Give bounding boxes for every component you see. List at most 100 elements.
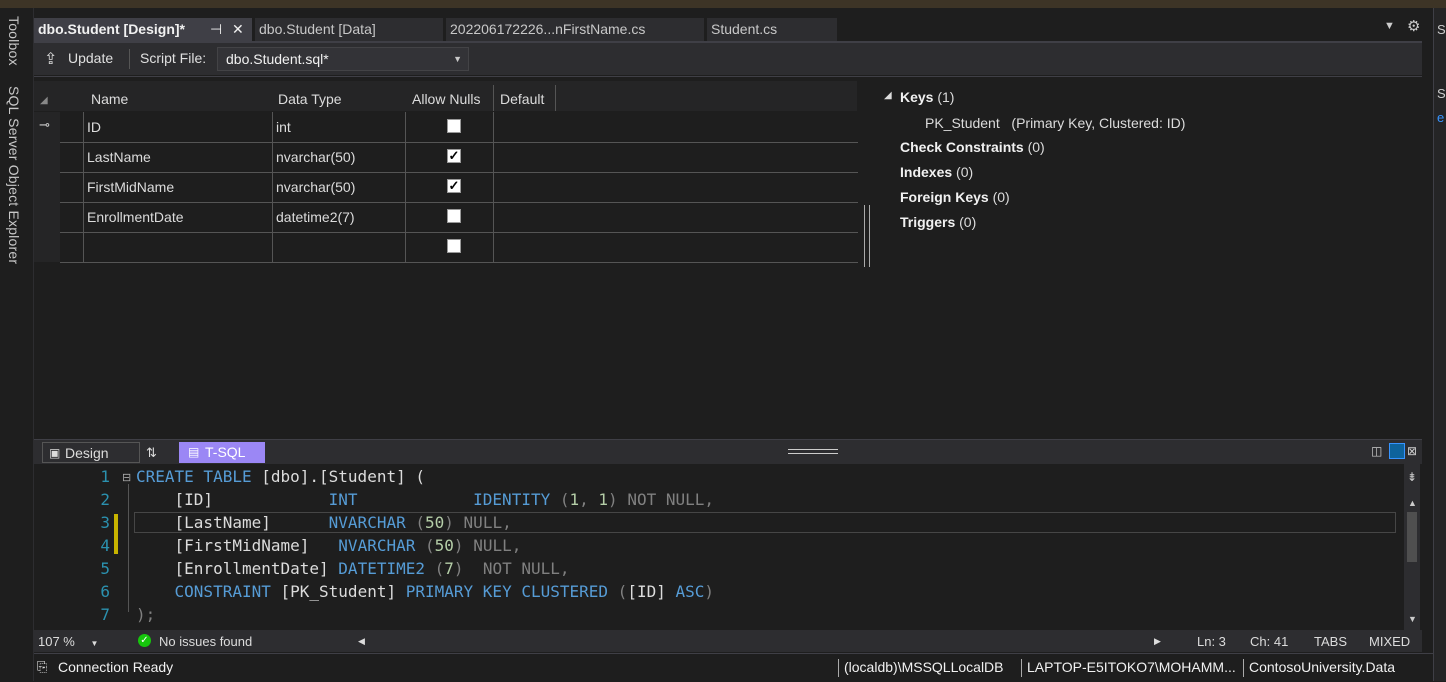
scroll-thumb[interactable] xyxy=(1407,512,1417,562)
column-name-cell[interactable]: ID xyxy=(83,112,272,142)
split-editor-icon[interactable]: ⇟ xyxy=(1407,470,1417,484)
vertical-split-icon[interactable]: ◫ xyxy=(1371,444,1382,458)
editor-status-bar: 107 % ▼ ✓ No issues found ◀ ▶ Ln: 3 Ch: … xyxy=(34,630,1422,652)
expand-icon[interactable]: ◢ xyxy=(884,90,892,101)
line-endings-indicator[interactable]: MIXED xyxy=(1369,634,1410,649)
scroll-left-icon[interactable]: ◀ xyxy=(358,636,365,647)
code-line-7: ); xyxy=(136,605,156,624)
connection-status: Connection Ready xyxy=(58,659,174,675)
code-line-1: CREATE TABLE [dbo].[Student] ( xyxy=(136,467,425,486)
status-bar: ⎘ Connection Ready (localdb)\MSSQLLocalD… xyxy=(34,653,1433,682)
default-cell[interactable] xyxy=(493,142,555,172)
database-name[interactable]: ContosoUniversity.Data xyxy=(1249,659,1395,675)
column-name-cell[interactable]: LastName xyxy=(83,142,272,172)
select-all-icon[interactable]: ◢ xyxy=(40,95,48,106)
issues-indicator[interactable]: No issues found xyxy=(159,634,252,649)
row-header[interactable] xyxy=(34,142,60,172)
connection-icon: ⎘ xyxy=(37,659,48,674)
swap-panes-icon[interactable]: ⇅ xyxy=(146,442,157,463)
document-tab-strip: dbo.Student [Design]* ⊣ ✕ dbo.Student [D… xyxy=(34,8,1433,42)
keys-node[interactable]: Keys (1) xyxy=(900,89,954,105)
update-button[interactable]: Update xyxy=(68,50,113,66)
allow-nulls-checkbox[interactable]: ✓ xyxy=(447,149,461,163)
tsql-editor[interactable]: 1 2 3 4 5 6 7 ⊟ CREATE TABLE [dbo].[Stud… xyxy=(34,464,1422,630)
table-row: FirstMidName nvarchar(50) ✓ xyxy=(60,172,858,203)
row-header-key[interactable]: ⊸ xyxy=(34,112,60,142)
right-side-panel: S S e xyxy=(1433,8,1446,681)
row-header-new[interactable] xyxy=(34,232,60,262)
tsql-pane-tab[interactable]: ▤ T-SQL xyxy=(179,442,265,463)
foreign-keys-node[interactable]: Foreign Keys (0) xyxy=(900,189,1010,205)
collapse-pane-icon[interactable]: ⊠ xyxy=(1407,444,1417,458)
default-cell[interactable] xyxy=(493,172,555,202)
column-header-allow-nulls[interactable]: Allow Nulls xyxy=(412,91,480,107)
data-type-cell[interactable]: nvarchar(50) xyxy=(272,172,406,202)
tabs-indicator[interactable]: TABS xyxy=(1314,634,1347,649)
column-name-cell[interactable] xyxy=(83,232,272,262)
check-constraints-node[interactable]: Check Constraints (0) xyxy=(900,139,1045,155)
column-header-default[interactable]: Default xyxy=(500,91,544,107)
line-number: 5 xyxy=(100,559,110,578)
table-row: LastName nvarchar(50) ✓ xyxy=(60,142,858,173)
tab-overflow-icon[interactable]: ▼ xyxy=(1384,20,1395,32)
allow-nulls-checkbox[interactable] xyxy=(447,209,461,223)
pane-splitter-handle[interactable] xyxy=(864,205,870,267)
sql-server-object-explorer-tab[interactable]: SQL Server Object Explorer xyxy=(6,86,22,264)
column-name-cell[interactable]: FirstMidName xyxy=(83,172,272,202)
tab-migration-file[interactable]: 202206172226...nFirstName.cs xyxy=(446,18,704,41)
script-file-dropdown[interactable]: dbo.Student.sql* ▼ xyxy=(217,47,469,71)
scroll-down-icon[interactable]: ▼ xyxy=(1408,614,1417,624)
pin-icon[interactable]: ⊣ xyxy=(210,18,222,41)
design-pane-tab[interactable]: ▣ Design xyxy=(42,442,140,463)
table-row: ID int xyxy=(60,112,858,143)
update-icon: ⇪ xyxy=(44,51,58,68)
toolbox-tab[interactable]: Toolbox xyxy=(6,16,22,66)
indexes-node[interactable]: Indexes (0) xyxy=(900,164,973,180)
default-cell[interactable] xyxy=(493,112,555,142)
change-marker xyxy=(114,514,118,554)
default-cell[interactable] xyxy=(493,202,555,232)
column-header-name[interactable]: Name xyxy=(91,91,128,107)
data-type-cell[interactable]: int xyxy=(272,112,406,142)
grid-header: ◢ Name Data Type Allow Nulls Default xyxy=(34,81,857,111)
left-tool-strip: Toolbox SQL Server Object Explorer xyxy=(0,8,34,681)
row-header[interactable] xyxy=(34,202,60,232)
allow-nulls-cell: ✓ xyxy=(405,142,493,172)
scroll-up-icon[interactable]: ▲ xyxy=(1408,498,1417,508)
zoom-dropdown[interactable]: 107 % ▼ xyxy=(38,634,98,649)
data-type-cell[interactable] xyxy=(272,232,406,262)
user-name[interactable]: LAPTOP-E5ITOKO7\MOHAMM... xyxy=(1027,659,1236,675)
tab-student-design[interactable]: dbo.Student [Design]* ⊣ ✕ xyxy=(34,18,252,41)
code-line-6: CONSTRAINT [PK_Student] PRIMARY KEY CLUS… xyxy=(174,582,715,601)
column-indicator: Ch: 41 xyxy=(1250,634,1289,649)
allow-nulls-checkbox[interactable]: ✓ xyxy=(447,179,461,193)
line-indicator: Ln: 3 xyxy=(1197,634,1226,649)
data-type-cell[interactable]: nvarchar(50) xyxy=(272,142,406,172)
table-row-new xyxy=(60,232,858,263)
pk-student-node[interactable]: PK_Student (Primary Key, Clustered: ID) xyxy=(925,115,1185,131)
line-number: 6 xyxy=(100,582,110,601)
designer-toolbar: ⇪ Update Script File: dbo.Student.sql* ▼ xyxy=(34,43,1422,75)
line-number: 3 xyxy=(100,513,110,532)
collapse-icon[interactable]: ⊟ xyxy=(122,471,131,484)
allow-nulls-checkbox[interactable] xyxy=(447,119,461,133)
line-number: 2 xyxy=(100,490,110,509)
row-header[interactable] xyxy=(34,172,60,202)
table-row: EnrollmentDate datetime2(7) xyxy=(60,202,858,233)
column-name-cell[interactable]: EnrollmentDate xyxy=(83,202,272,232)
gear-icon[interactable]: ⚙ xyxy=(1407,17,1420,35)
triggers-node[interactable]: Triggers (0) xyxy=(900,214,976,230)
splitter-grip[interactable] xyxy=(788,449,838,454)
column-header-data-type[interactable]: Data Type xyxy=(278,91,342,107)
tab-student-data[interactable]: dbo.Student [Data] xyxy=(255,18,443,41)
editor-vertical-scrollbar[interactable]: ⇟ ▲ ▼ xyxy=(1404,464,1420,630)
close-icon[interactable]: ✕ xyxy=(232,18,244,41)
default-cell[interactable] xyxy=(493,232,555,262)
server-name[interactable]: (localdb)\MSSQLLocalDB xyxy=(844,659,1004,675)
tsql-icon: ▤ xyxy=(188,445,200,459)
allow-nulls-checkbox[interactable] xyxy=(447,239,461,253)
data-type-cell[interactable]: datetime2(7) xyxy=(272,202,406,232)
scroll-right-icon[interactable]: ▶ xyxy=(1154,636,1161,647)
horizontal-split-icon[interactable] xyxy=(1389,443,1405,459)
tab-student-cs[interactable]: Student.cs xyxy=(707,18,837,41)
